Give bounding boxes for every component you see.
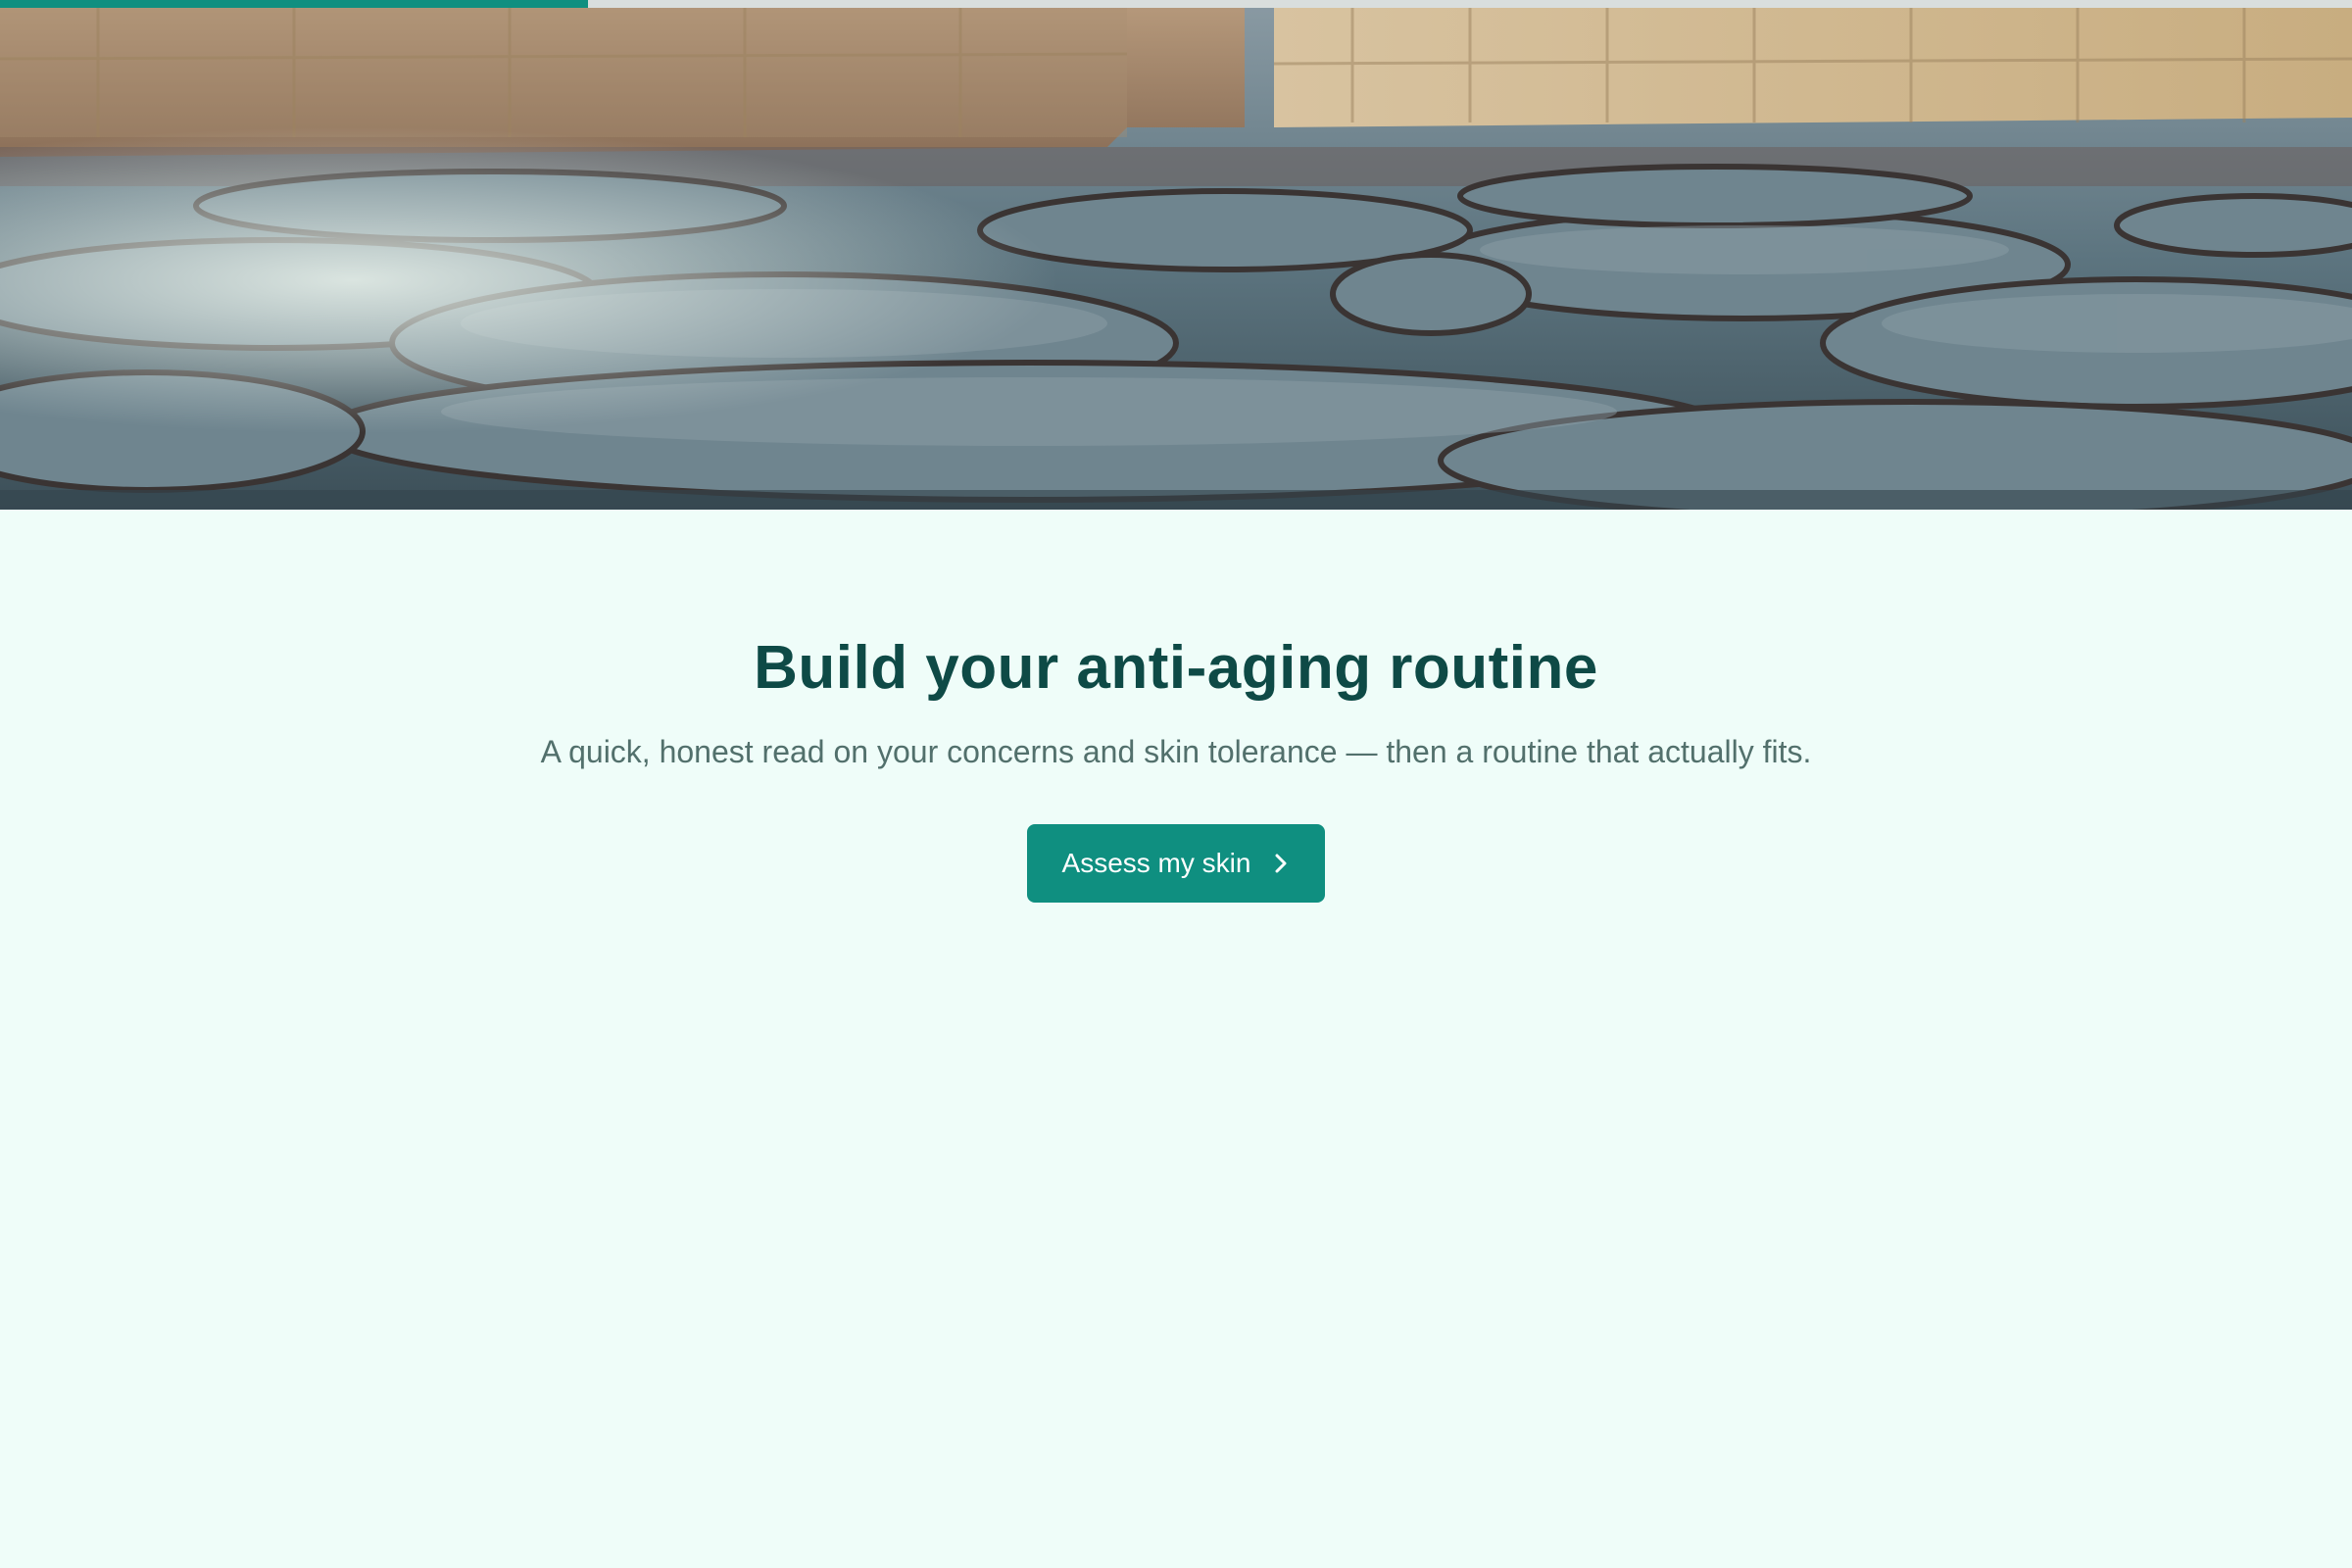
progress-fill <box>0 0 588 8</box>
assess-skin-button-label: Assess my skin <box>1061 847 1251 878</box>
hero-image <box>0 0 2352 510</box>
chevron-right-icon <box>1272 853 1290 874</box>
page: Build your anti-aging routine A quick, h… <box>0 0 2352 1568</box>
assess-skin-button[interactable]: Assess my skin <box>1027 823 1325 903</box>
page-subtitle: A quick, honest read on your concerns an… <box>540 734 1812 770</box>
page-title: Build your anti-aging routine <box>754 634 1598 702</box>
main-content: Build your anti-aging routine A quick, h… <box>0 510 2352 903</box>
progress-bar <box>0 0 2352 8</box>
